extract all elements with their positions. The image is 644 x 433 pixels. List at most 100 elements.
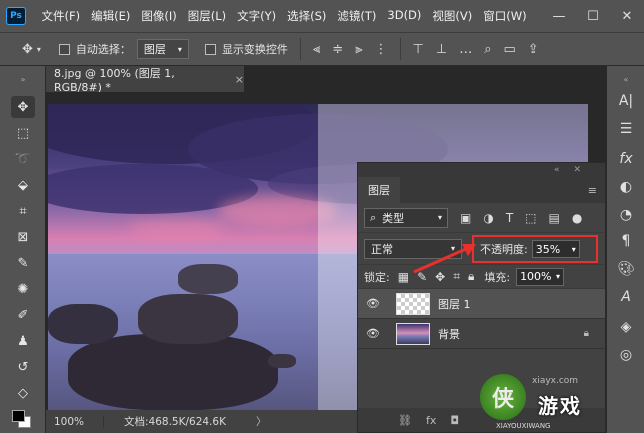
close-icon[interactable]: ×	[235, 73, 244, 86]
document-tab-bar: 8.jpg @ 100% (图层 1, RGB/8#) * ×	[46, 66, 606, 94]
minimize-button[interactable]: —	[542, 9, 576, 24]
foreground-color-swatch[interactable]	[12, 410, 25, 422]
chevron-down-icon[interactable]: ▾	[37, 45, 41, 54]
link-layers-icon[interactable]: ⛓	[398, 414, 412, 427]
crop-icon[interactable]: ⌗	[11, 200, 35, 222]
visibility-eye-icon[interactable]: 👁︎	[366, 327, 382, 340]
history-brush-icon[interactable]: ↺	[11, 356, 35, 378]
share-icon[interactable]: ⇪	[528, 42, 539, 57]
chevron-right-icon[interactable]: 〉	[256, 414, 267, 429]
lasso-icon[interactable]: ➰	[11, 148, 35, 170]
adjustment-filter-icon[interactable]: ◑	[483, 211, 493, 225]
stamp-icon[interactable]: ♟	[11, 330, 35, 352]
visibility-eye-icon[interactable]: 👁︎	[366, 297, 382, 310]
collapse-icon[interactable]: «	[554, 165, 560, 175]
align-right-icon[interactable]: ⫸	[355, 42, 362, 57]
paragraph-mark-icon[interactable]: ¶	[613, 230, 639, 252]
tab-layers[interactable]: 图层	[358, 177, 400, 203]
move-tool-icon[interactable]: ✥	[22, 42, 33, 57]
blend-mode-value: 正常	[371, 242, 393, 256]
shape-filter-icon[interactable]: ⬚	[525, 211, 536, 225]
history-icon[interactable]: ◔	[613, 204, 639, 226]
menu-window[interactable]: 窗口(W)	[478, 8, 532, 24]
more-icon[interactable]: …	[459, 42, 472, 57]
search-icon[interactable]: ⌕	[484, 42, 491, 57]
layers-icon[interactable]: ◈	[613, 316, 639, 338]
layer-row[interactable]: 👁︎ 背景 🔒︎	[358, 319, 605, 349]
collapse-icon[interactable]: «	[613, 68, 639, 90]
fill-label: 填充:	[484, 270, 511, 284]
adjustments-icon[interactable]: ◐	[613, 176, 639, 198]
opacity-input[interactable]: 35% ▾	[531, 240, 580, 258]
distribute-icon[interactable]: ⋮	[375, 42, 388, 57]
auto-select-option[interactable]: 自动选择：	[58, 41, 131, 57]
align-top-icon[interactable]: ⊤	[413, 42, 424, 57]
swatches-icon[interactable]: 🎨︎	[613, 258, 639, 280]
marquee-icon[interactable]: ⬚	[11, 122, 35, 144]
opacity-highlight-box: 不透明度: 35% ▾	[472, 235, 598, 263]
window-controls: — ☐ ✕	[542, 0, 644, 32]
menu-layer[interactable]: 图层(L)	[182, 8, 231, 24]
menu-view[interactable]: 视图(V)	[427, 8, 478, 24]
close-icon[interactable]: ✕	[573, 165, 581, 175]
filter-toggle-icon[interactable]: ●	[572, 211, 582, 225]
annotation-arrow	[413, 244, 476, 274]
maximize-button[interactable]: ☐	[576, 9, 610, 24]
menu-image[interactable]: 图像(I)	[136, 8, 182, 24]
document-tab[interactable]: 8.jpg @ 100% (图层 1, RGB/8#) * ×	[46, 66, 244, 94]
divider	[399, 38, 401, 60]
color-swatches[interactable]	[12, 410, 34, 428]
healing-icon[interactable]: ✺	[11, 278, 35, 300]
layer-row[interactable]: 👁︎ 图层 1	[358, 289, 605, 319]
align-left-icon[interactable]: ⫷	[313, 42, 320, 57]
character-icon[interactable]: A|	[613, 90, 639, 112]
auto-select-dropdown[interactable]: 图层 ▾	[136, 39, 189, 59]
show-transform-option[interactable]: 显示变换控件	[204, 41, 288, 57]
align-center-icon[interactable]: ≑	[332, 42, 343, 57]
quick-select-icon[interactable]: ⬙	[11, 174, 35, 196]
eraser-icon[interactable]: ◇	[11, 382, 35, 404]
add-mask-icon[interactable]: ◘	[450, 414, 459, 427]
eyedropper-icon[interactable]: ✎	[11, 252, 35, 274]
close-button[interactable]: ✕	[610, 9, 644, 24]
auto-select-value: 图层	[143, 43, 166, 56]
lock-transparent-icon[interactable]: ▦	[398, 270, 409, 284]
type-filter-icon[interactable]: T	[506, 211, 513, 225]
frame-icon[interactable]: ⊠	[11, 226, 35, 248]
panel-menu-icon[interactable]: ≡	[588, 184, 597, 197]
paragraph-icon[interactable]: ☰	[613, 118, 639, 140]
fill-input[interactable]: 100% ▾	[516, 267, 565, 286]
menu-edit[interactable]: 编辑(E)	[86, 8, 136, 24]
workspace-icon[interactable]: ▭	[503, 42, 515, 57]
menu-select[interactable]: 选择(S)	[282, 8, 332, 24]
image-filter-icon[interactable]: ▣	[460, 211, 471, 225]
layer-name: 背景	[438, 327, 460, 341]
fx-icon[interactable]: fx	[613, 148, 639, 170]
kind-filter-dropdown[interactable]: ⌕ 类型 ▾	[364, 207, 448, 228]
fx-icon[interactable]: fx	[426, 414, 436, 427]
show-transform-checkbox[interactable]	[204, 43, 216, 55]
chevron-down-icon: ▾	[177, 44, 182, 54]
chevron-down-icon: ▾	[437, 213, 442, 222]
smart-object-filter-icon[interactable]: ▤	[549, 211, 560, 225]
align-middle-icon[interactable]: ⊥	[436, 42, 447, 57]
menu-3d[interactable]: 3D(D)	[382, 8, 427, 24]
collapse-icon[interactable]: »	[11, 68, 35, 90]
auto-select-checkbox[interactable]	[58, 43, 70, 55]
glyphs-icon[interactable]: A	[613, 286, 639, 308]
photoshop-window: Ps 文件(F) 编辑(E) 图像(I) 图层(L) 文字(Y) 选择(S) 滤…	[0, 0, 644, 433]
menu-file[interactable]: 文件(F)	[36, 8, 86, 24]
menu-filter[interactable]: 滤镜(T)	[332, 8, 382, 24]
brush-icon[interactable]: ✐	[11, 304, 35, 326]
options-bar: ✥ ▾ 自动选择： 图层 ▾ 显示变换控件 ⫷ ≑ ⫸ ⋮ ⊤ ⊥ … ⌕ ▭ …	[0, 32, 644, 66]
zoom-level[interactable]: 100%	[46, 415, 104, 428]
auto-select-label: 自动选择：	[75, 43, 131, 56]
rock	[138, 294, 238, 344]
channels-icon[interactable]: ◎	[613, 344, 639, 366]
chevron-down-icon[interactable]: ▾	[572, 245, 576, 254]
rock	[268, 354, 296, 368]
rock	[178, 264, 238, 294]
move-icon[interactable]: ✥	[11, 96, 35, 118]
menu-type[interactable]: 文字(Y)	[232, 8, 282, 24]
chevron-down-icon[interactable]: ▾	[556, 272, 560, 281]
